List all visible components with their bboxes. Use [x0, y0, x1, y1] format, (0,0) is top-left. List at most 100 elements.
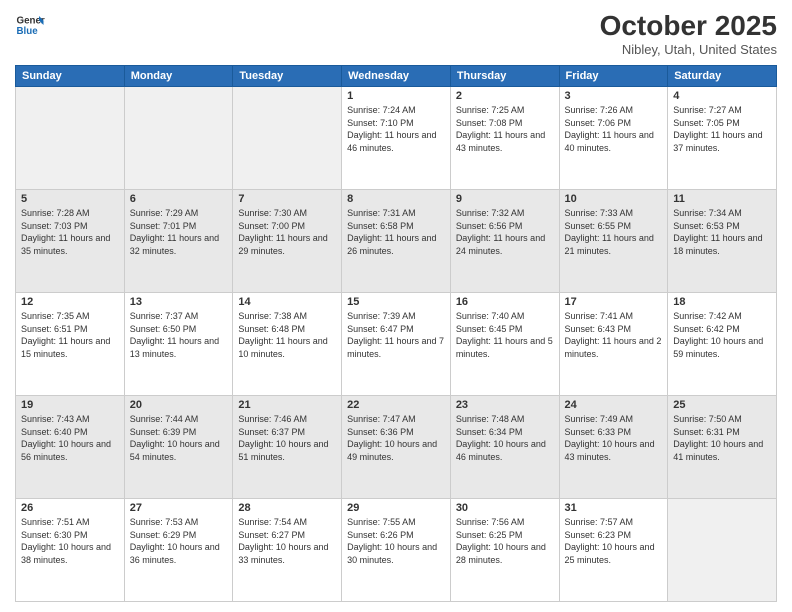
- cell-info: Sunrise: 7:48 AMSunset: 6:34 PMDaylight:…: [456, 413, 554, 463]
- calendar-cell: 25Sunrise: 7:50 AMSunset: 6:31 PMDayligh…: [668, 396, 777, 499]
- month-title: October 2025: [600, 10, 777, 42]
- day-number: 23: [456, 399, 554, 411]
- calendar-cell: 18Sunrise: 7:42 AMSunset: 6:42 PMDayligh…: [668, 293, 777, 396]
- day-number: 15: [347, 296, 445, 308]
- calendar-row-2: 12 Sunrise: 7:35 AMSunset: 6:51 PMDayligh…: [16, 293, 777, 396]
- cell-info: Sunrise: 7:44 AMSunset: 6:39 PMDaylight:…: [130, 413, 228, 463]
- cell-info: Sunrise: 7:29 AMSunset: 7:01 PMDaylight:…: [130, 207, 228, 257]
- svg-text:Blue: Blue: [17, 26, 39, 37]
- cell-info: Sunrise: 7:49 AMSunset: 6:33 PMDaylight:…: [565, 413, 663, 463]
- cell-info: Sunrise: 7:57 AMSunset: 6:23 PMDaylight:…: [565, 516, 663, 566]
- weekday-header-wednesday: Wednesday: [342, 66, 451, 87]
- calendar-cell: 29 Sunrise: 7:55 AMSunset: 6:26 PMDayligh…: [342, 499, 451, 602]
- day-number: 13: [130, 296, 228, 308]
- calendar-cell: 8 Sunrise: 7:31 AMSunset: 6:58 PMDaylight…: [342, 190, 451, 293]
- cell-info: Sunrise: 7:35 AMSunset: 6:51 PMDaylight:…: [21, 310, 119, 360]
- weekday-header-monday: Monday: [124, 66, 233, 87]
- cell-info: Sunrise: 7:34 AMSunset: 6:53 PMDaylight:…: [673, 207, 771, 257]
- cell-info: Sunrise: 7:25 AMSunset: 7:08 PMDaylight:…: [456, 104, 554, 154]
- day-number: 5: [21, 193, 119, 205]
- cell-info: Sunrise: 7:24 AMSunset: 7:10 PMDaylight:…: [347, 104, 445, 154]
- calendar-cell: 28Sunrise: 7:54 AMSunset: 6:27 PMDayligh…: [233, 499, 342, 602]
- calendar-row-3: 19Sunrise: 7:43 AMSunset: 6:40 PMDayligh…: [16, 396, 777, 499]
- day-number: 8: [347, 193, 445, 205]
- weekday-header-friday: Friday: [559, 66, 668, 87]
- calendar-row-1: 5Sunrise: 7:28 AMSunset: 7:03 PMDaylight…: [16, 190, 777, 293]
- calendar-cell: 19Sunrise: 7:43 AMSunset: 6:40 PMDayligh…: [16, 396, 125, 499]
- day-number: 30: [456, 502, 554, 514]
- calendar-cell: 9 Sunrise: 7:32 AMSunset: 6:56 PMDaylight…: [450, 190, 559, 293]
- weekday-header-thursday: Thursday: [450, 66, 559, 87]
- calendar-cell: 26 Sunrise: 7:51 AMSunset: 6:30 PMDayligh…: [16, 499, 125, 602]
- cell-info: Sunrise: 7:26 AMSunset: 7:06 PMDaylight:…: [565, 104, 663, 154]
- weekday-header-tuesday: Tuesday: [233, 66, 342, 87]
- day-number: 20: [130, 399, 228, 411]
- calendar-cell: 10 Sunrise: 7:33 AMSunset: 6:55 PMDayligh…: [559, 190, 668, 293]
- weekday-header-sunday: Sunday: [16, 66, 125, 87]
- cell-info: Sunrise: 7:51 AMSunset: 6:30 PMDaylight:…: [21, 516, 119, 566]
- calendar-cell: 5Sunrise: 7:28 AMSunset: 7:03 PMDaylight…: [16, 190, 125, 293]
- day-number: 4: [673, 90, 771, 102]
- day-number: 22: [347, 399, 445, 411]
- calendar-cell: 3 Sunrise: 7:26 AMSunset: 7:06 PMDaylight…: [559, 87, 668, 190]
- cell-info: Sunrise: 7:54 AMSunset: 6:27 PMDaylight:…: [238, 516, 336, 566]
- day-number: 31: [565, 502, 663, 514]
- day-number: 26: [21, 502, 119, 514]
- calendar-cell: 11 Sunrise: 7:34 AMSunset: 6:53 PMDayligh…: [668, 190, 777, 293]
- day-number: 6: [130, 193, 228, 205]
- day-number: 27: [130, 502, 228, 514]
- day-number: 2: [456, 90, 554, 102]
- calendar-cell: 17Sunrise: 7:41 AMSunset: 6:43 PMDayligh…: [559, 293, 668, 396]
- cell-info: Sunrise: 7:55 AMSunset: 6:26 PMDaylight:…: [347, 516, 445, 566]
- cell-info: Sunrise: 7:56 AMSunset: 6:25 PMDaylight:…: [456, 516, 554, 566]
- calendar-cell: 4 Sunrise: 7:27 AMSunset: 7:05 PMDaylight…: [668, 87, 777, 190]
- day-number: 10: [565, 193, 663, 205]
- calendar-cell: 1 Sunrise: 7:24 AMSunset: 7:10 PMDaylight…: [342, 87, 451, 190]
- day-number: 17: [565, 296, 663, 308]
- cell-info: Sunrise: 7:47 AMSunset: 6:36 PMDaylight:…: [347, 413, 445, 463]
- day-number: 14: [238, 296, 336, 308]
- calendar-cell: 16Sunrise: 7:40 AMSunset: 6:45 PMDayligh…: [450, 293, 559, 396]
- day-number: 3: [565, 90, 663, 102]
- cell-info: Sunrise: 7:40 AMSunset: 6:45 PMDaylight:…: [456, 310, 554, 360]
- day-number: 1: [347, 90, 445, 102]
- calendar-table: SundayMondayTuesdayWednesdayThursdayFrid…: [15, 65, 777, 602]
- cell-info: Sunrise: 7:27 AMSunset: 7:05 PMDaylight:…: [673, 104, 771, 154]
- cell-info: Sunrise: 7:30 AMSunset: 7:00 PMDaylight:…: [238, 207, 336, 257]
- location: Nibley, Utah, United States: [600, 42, 777, 57]
- cell-info: Sunrise: 7:31 AMSunset: 6:58 PMDaylight:…: [347, 207, 445, 257]
- calendar-row-0: 1 Sunrise: 7:24 AMSunset: 7:10 PMDaylight…: [16, 87, 777, 190]
- day-number: 9: [456, 193, 554, 205]
- calendar-cell: 6 Sunrise: 7:29 AMSunset: 7:01 PMDaylight…: [124, 190, 233, 293]
- cell-info: Sunrise: 7:37 AMSunset: 6:50 PMDaylight:…: [130, 310, 228, 360]
- page-container: General Blue October 2025 Nibley, Utah, …: [0, 0, 792, 612]
- calendar-cell: [233, 87, 342, 190]
- calendar-cell: 22 Sunrise: 7:47 AMSunset: 6:36 PMDayligh…: [342, 396, 451, 499]
- day-number: 12: [21, 296, 119, 308]
- calendar-cell: 21Sunrise: 7:46 AMSunset: 6:37 PMDayligh…: [233, 396, 342, 499]
- calendar-cell: [16, 87, 125, 190]
- calendar-cell: 30 Sunrise: 7:56 AMSunset: 6:25 PMDayligh…: [450, 499, 559, 602]
- calendar-cell: 20 Sunrise: 7:44 AMSunset: 6:39 PMDayligh…: [124, 396, 233, 499]
- day-number: 7: [238, 193, 336, 205]
- title-block: October 2025 Nibley, Utah, United States: [600, 10, 777, 57]
- calendar-cell: 31 Sunrise: 7:57 AMSunset: 6:23 PMDayligh…: [559, 499, 668, 602]
- calendar-cell: [668, 499, 777, 602]
- header: General Blue October 2025 Nibley, Utah, …: [15, 10, 777, 57]
- day-number: 24: [565, 399, 663, 411]
- weekday-header-saturday: Saturday: [668, 66, 777, 87]
- calendar-cell: 14Sunrise: 7:38 AMSunset: 6:48 PMDayligh…: [233, 293, 342, 396]
- calendar-cell: 27Sunrise: 7:53 AMSunset: 6:29 PMDayligh…: [124, 499, 233, 602]
- calendar-cell: 13 Sunrise: 7:37 AMSunset: 6:50 PMDayligh…: [124, 293, 233, 396]
- calendar-cell: 24 Sunrise: 7:49 AMSunset: 6:33 PMDayligh…: [559, 396, 668, 499]
- cell-info: Sunrise: 7:32 AMSunset: 6:56 PMDaylight:…: [456, 207, 554, 257]
- calendar-cell: [124, 87, 233, 190]
- day-number: 19: [21, 399, 119, 411]
- day-number: 11: [673, 193, 771, 205]
- calendar-cell: 7 Sunrise: 7:30 AMSunset: 7:00 PMDaylight…: [233, 190, 342, 293]
- cell-info: Sunrise: 7:33 AMSunset: 6:55 PMDaylight:…: [565, 207, 663, 257]
- calendar-row-4: 26 Sunrise: 7:51 AMSunset: 6:30 PMDayligh…: [16, 499, 777, 602]
- day-number: 29: [347, 502, 445, 514]
- weekday-header-row: SundayMondayTuesdayWednesdayThursdayFrid…: [16, 66, 777, 87]
- calendar-cell: 23 Sunrise: 7:48 AMSunset: 6:34 PMDayligh…: [450, 396, 559, 499]
